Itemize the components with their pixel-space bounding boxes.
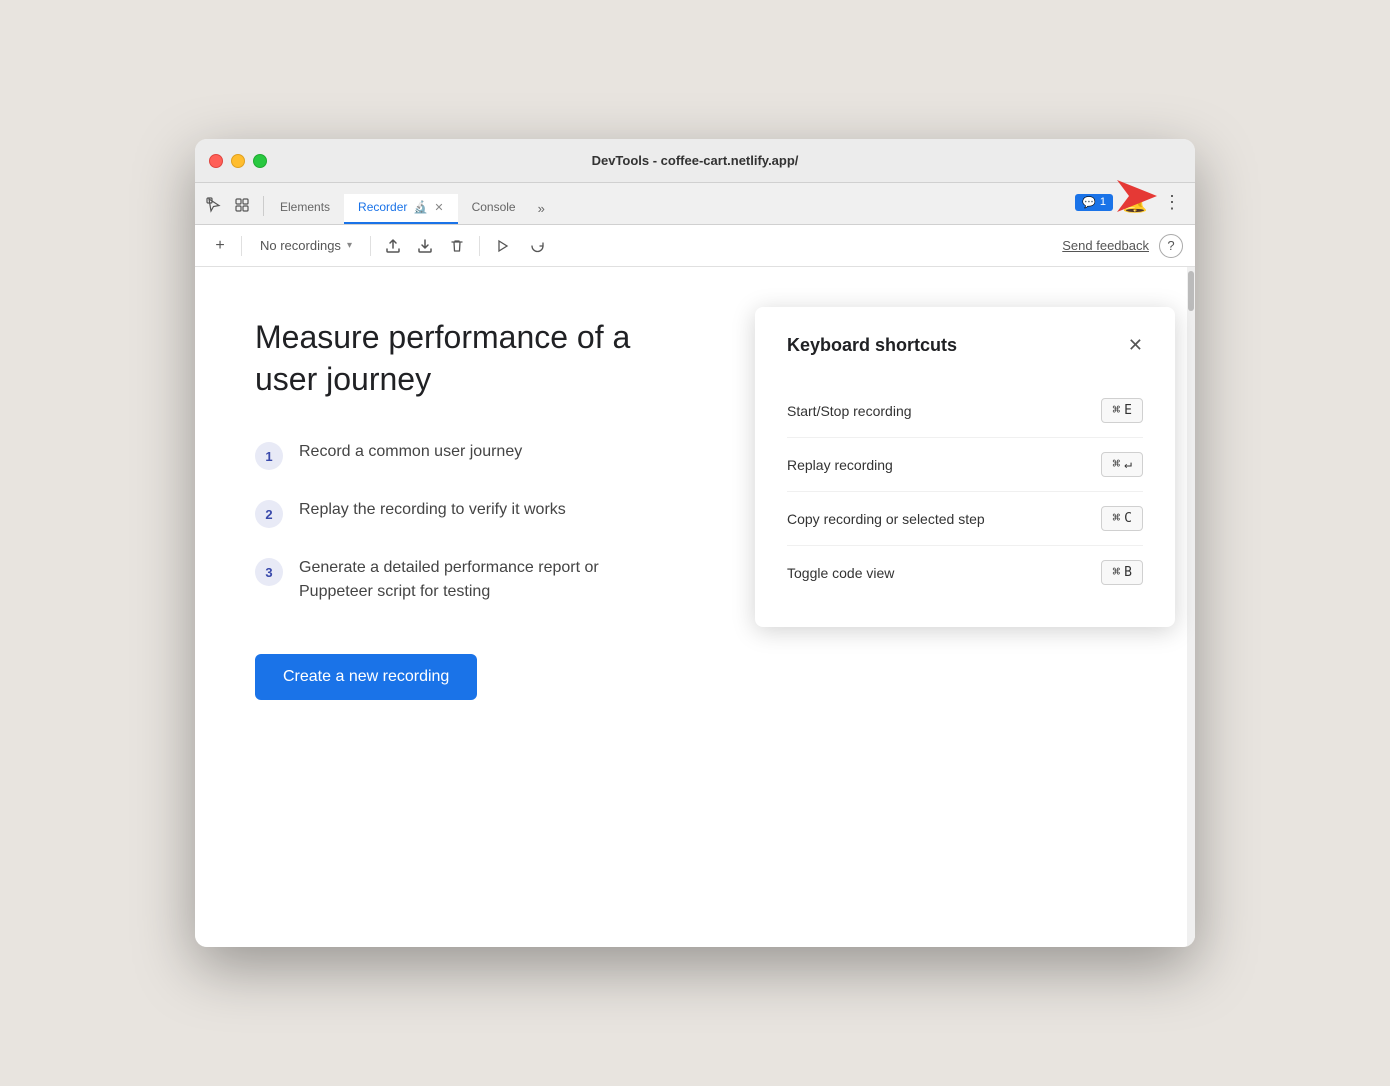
add-recording-button[interactable]: +	[207, 233, 233, 259]
notification-badge[interactable]: 💬 1	[1075, 194, 1113, 211]
tab-more[interactable]: »	[530, 195, 553, 224]
create-recording-button[interactable]: Create a new recording	[255, 654, 477, 700]
replay-icon	[530, 238, 546, 254]
chat-icon: 💬	[1082, 196, 1096, 209]
maximize-window-button[interactable]	[253, 154, 267, 168]
cmd-icon-3: ⌘	[1112, 511, 1120, 526]
download-icon	[417, 238, 433, 254]
recorder-icon: 🔬	[413, 200, 428, 214]
window-title: DevTools - coffee-cart.netlify.app/	[592, 153, 799, 168]
toolbar-divider-1	[241, 236, 242, 256]
cmd-icon-4: ⌘	[1112, 565, 1120, 580]
tab-elements[interactable]: Elements	[266, 194, 344, 224]
main-content: Measure performance of auser journey 1 R…	[195, 267, 1195, 947]
modal-close-button[interactable]: ✕	[1128, 335, 1143, 356]
tab-console[interactable]: Console	[458, 194, 530, 224]
play-button[interactable]	[488, 232, 516, 260]
layers-icon[interactable]	[231, 194, 253, 216]
shortcut-row-toggle-code: Toggle code view ⌘ B	[787, 546, 1143, 599]
cmd-icon-2: ⌘	[1112, 457, 1120, 472]
shortcut-key-copy: ⌘ C	[1101, 506, 1143, 531]
modal-title: Keyboard shortcuts	[787, 335, 957, 356]
shortcut-row-copy: Copy recording or selected step ⌘ C	[787, 492, 1143, 546]
delete-button[interactable]	[443, 232, 471, 260]
shortcut-key-replay: ⌘ ↵	[1101, 452, 1143, 477]
recorder-toolbar: + No recordings ▾	[195, 225, 1195, 267]
step-text-3: Generate a detailed performance report o…	[299, 556, 599, 604]
shortcut-label-toggle-code: Toggle code view	[787, 565, 894, 581]
shortcut-label-copy: Copy recording or selected step	[787, 511, 985, 527]
chevron-down-icon: ▾	[347, 240, 352, 251]
step-text-1: Record a common user journey	[299, 440, 522, 464]
close-window-button[interactable]	[209, 154, 223, 168]
devtools-window: DevTools - coffee-cart.netlify.app/	[195, 139, 1195, 947]
tab-close-icon[interactable]: ✕	[434, 201, 443, 214]
toolbar-actions	[379, 232, 471, 260]
send-feedback-link[interactable]: Send feedback	[1062, 238, 1149, 253]
traffic-lights	[209, 154, 267, 168]
tab-right-area: 💬 1 🔔 ⋮	[1075, 186, 1187, 224]
tab-tools	[203, 194, 253, 224]
shortcut-key-toggle-code: ⌘ B	[1101, 560, 1143, 585]
replay-button[interactable]	[524, 232, 552, 260]
step-text-2: Replay the recording to verify it works	[299, 498, 566, 522]
scrollbar-thumb[interactable]	[1188, 271, 1194, 311]
plus-icon: +	[215, 237, 224, 255]
tab-recorder[interactable]: Recorder 🔬 ✕	[344, 194, 458, 224]
modal-header: Keyboard shortcuts ✕	[787, 335, 1143, 356]
shortcut-key-start-stop: ⌘ E	[1101, 398, 1143, 423]
import-button[interactable]	[411, 232, 439, 260]
more-options-menu[interactable]: ⋮	[1157, 188, 1187, 217]
help-button[interactable]: ?	[1159, 234, 1183, 258]
main-title: Measure performance of auser journey	[255, 317, 735, 400]
trash-icon	[449, 238, 465, 254]
play-icon	[494, 238, 510, 254]
shortcut-label-replay: Replay recording	[787, 457, 893, 473]
red-arrow-annotation	[1117, 180, 1157, 212]
bell-menu-button[interactable]: 🔔	[1119, 186, 1151, 218]
step-number-1: 1	[255, 442, 283, 470]
shortcut-label-start-stop: Start/Stop recording	[787, 403, 912, 419]
cmd-icon: ⌘	[1112, 403, 1120, 418]
upload-icon	[385, 238, 401, 254]
cursor-icon[interactable]	[203, 194, 225, 216]
step-number-3: 3	[255, 558, 283, 586]
question-mark-icon: ?	[1167, 238, 1174, 253]
step-number-2: 2	[255, 500, 283, 528]
notification-count: 1	[1100, 196, 1106, 208]
shortcut-row-replay: Replay recording ⌘ ↵	[787, 438, 1143, 492]
keyboard-shortcuts-modal: Keyboard shortcuts ✕ Start/Stop recordin…	[755, 307, 1175, 627]
titlebar: DevTools - coffee-cart.netlify.app/	[195, 139, 1195, 183]
tab-divider	[263, 196, 264, 216]
tab-bar: Elements Recorder 🔬 ✕ Console » 💬 1 🔔 ⋮	[195, 183, 1195, 225]
minimize-window-button[interactable]	[231, 154, 245, 168]
scrollbar-track[interactable]	[1187, 267, 1195, 947]
shortcut-row-start-stop: Start/Stop recording ⌘ E	[787, 384, 1143, 438]
recordings-dropdown-label: No recordings	[260, 238, 341, 253]
toolbar-right: Send feedback ?	[1062, 234, 1183, 258]
recordings-dropdown[interactable]: No recordings ▾	[250, 234, 362, 257]
toolbar-divider-2	[370, 236, 371, 256]
toolbar-divider-3	[479, 236, 480, 256]
export-button[interactable]	[379, 232, 407, 260]
